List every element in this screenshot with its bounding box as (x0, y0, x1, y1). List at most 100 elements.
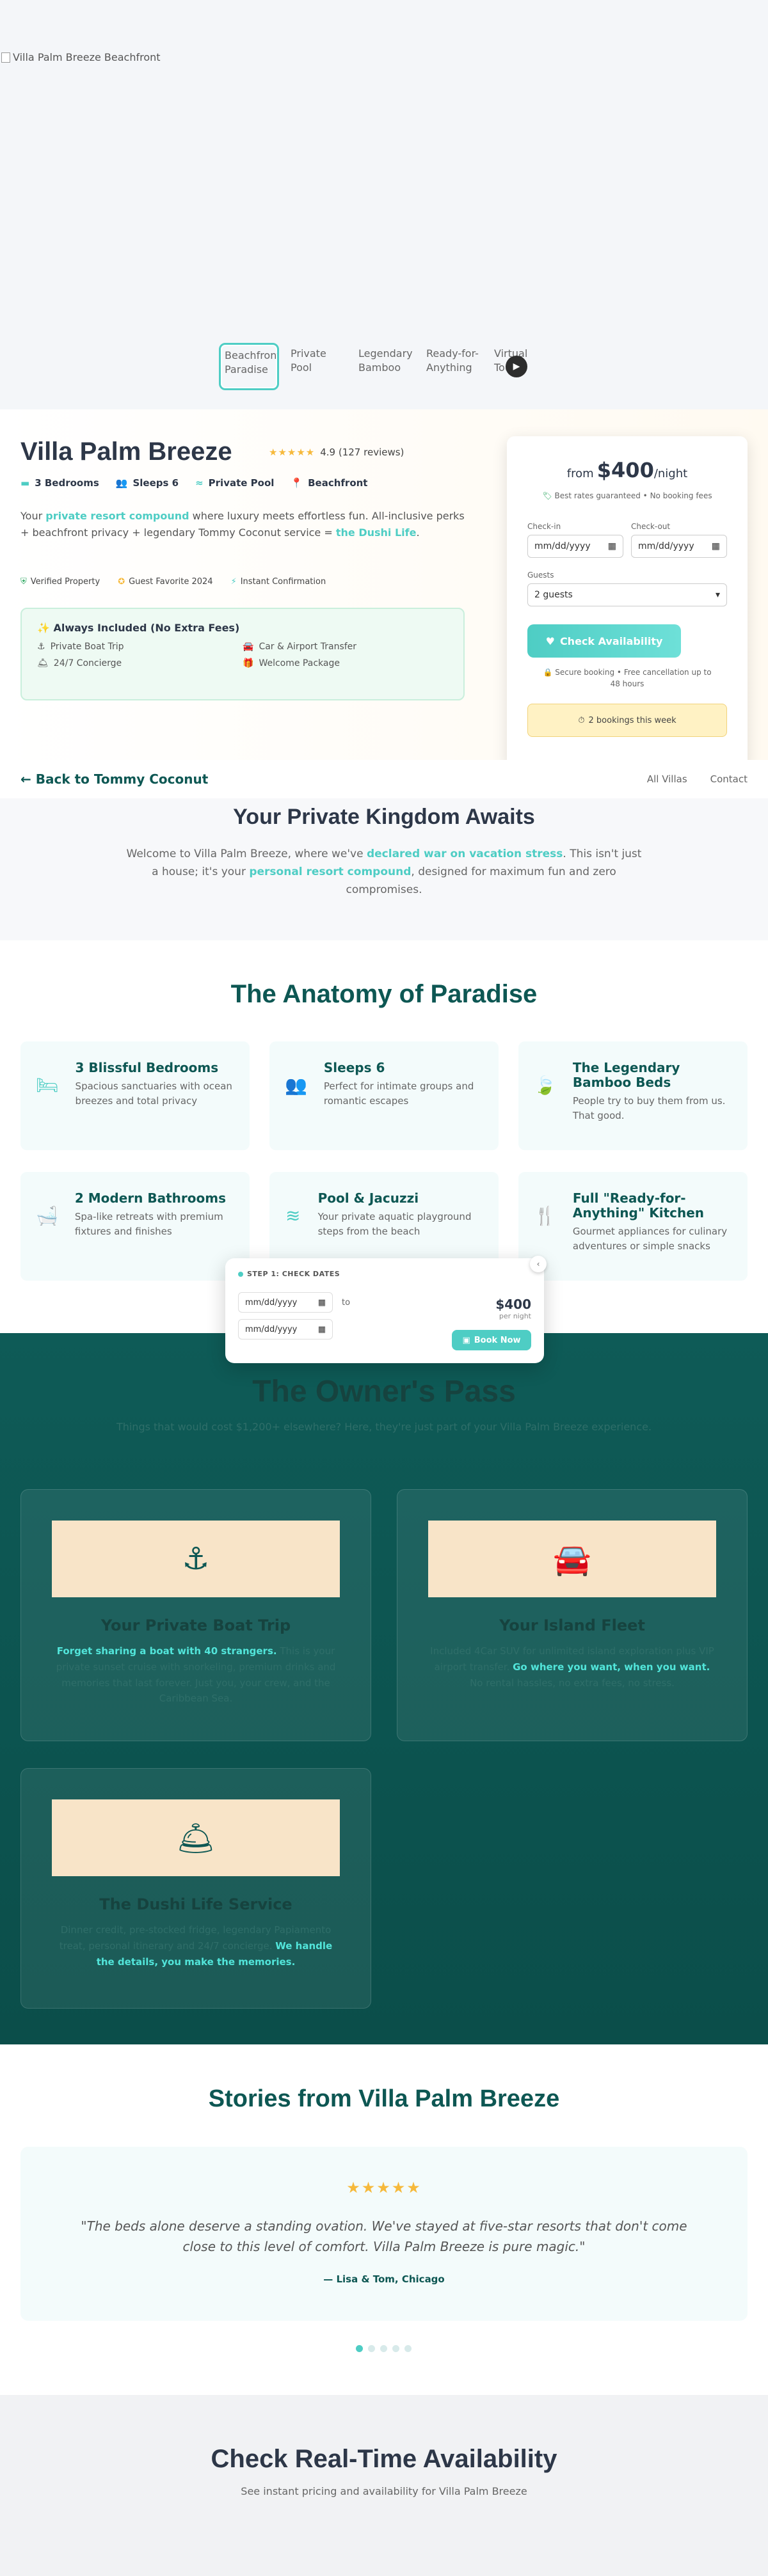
widget-price: $400 per night (495, 1297, 531, 1320)
calendar-icon: ▦ (317, 1297, 326, 1308)
concierge-bell-icon: 🛎 (37, 658, 49, 668)
widget-checkin-input[interactable]: mm/dd/yyyy ▦ (238, 1292, 333, 1313)
included-title-text: Always Included (No Extra Fees) (53, 622, 240, 634)
play-icon[interactable]: ▶ (506, 356, 527, 377)
scarcity-text: 2 bookings this week (588, 715, 676, 725)
desc-highlight: the Dushi Life (335, 526, 417, 539)
included-item-label: Welcome Package (259, 658, 340, 668)
best-rate-text: Best rates guaranteed • No booking fees (554, 491, 712, 500)
widget-step-label: STEP 1: CHECK DATES (247, 1270, 340, 1278)
book-now-button[interactable]: ▣ Book Now (452, 1330, 531, 1350)
amenity-title: Full "Ready-for-Anything" Kitchen (572, 1190, 705, 1221)
leaf-icon: 🍃 (534, 1075, 556, 1096)
included-item: 🎁 Welcome Package (243, 658, 448, 668)
checkout-input[interactable]: mm/dd/yyyy ▦ (631, 535, 727, 558)
pass-title: The Dushi Life Service (99, 1895, 292, 1913)
back-link[interactable]: ← Back to Tommy Coconut (20, 771, 208, 787)
amenities-title: The Anatomy of Paradise (230, 980, 538, 1008)
amenity-title: Pool & Jacuzzi (317, 1190, 419, 1206)
pass-text: Forget sharing a boat with 40 strangers.… (52, 1643, 340, 1707)
amenity-grid: 🛏 3 Blissful Bedrooms Spacious sanctuaries… (20, 1041, 748, 1281)
map-pin-icon: 📍 (291, 477, 303, 489)
availability-title: Check Real-Time Availability (211, 2445, 557, 2473)
sparkles-icon: ✨ (37, 622, 50, 634)
included-title: ✨ Always Included (No Extra Fees) (37, 622, 448, 634)
bed-icon: 🛏 (36, 1075, 59, 1096)
intro-section: Your Private Kingdom Awaits Welcome to V… (0, 798, 768, 940)
calendar-icon: ▦ (711, 541, 720, 551)
quick-facts: ▬ 3 Bedrooms 👥 Sleeps 6 ≈ Private Pool 📍 Bea… (20, 477, 367, 489)
pager-dot[interactable] (368, 2345, 375, 2352)
guests-label: Guests (527, 571, 554, 580)
checkin-group: Check-in mm/dd/yyyy ▦ (527, 522, 623, 558)
pager-dot[interactable] (356, 2345, 363, 2352)
pass-title: Your Private Boat Trip (100, 1616, 291, 1634)
widget-dates: mm/dd/yyyy ▦ to (238, 1292, 531, 1313)
book-now-label: Book Now (474, 1335, 521, 1345)
award-icon: ✪ (118, 577, 125, 587)
widget-checkout-input[interactable]: mm/dd/yyyy ▦ (238, 1319, 333, 1339)
pass-card-service: 🛎 The Dushi Life Service Dinner credit, … (20, 1768, 371, 2009)
thumbnail-beachfront[interactable]: Beachfront Paradise (219, 343, 279, 390)
thumbnail-strip: Beachfront Paradise Private Pool Legenda… (219, 343, 550, 390)
fact-label: Beachfront (308, 477, 368, 489)
desc-text: . (416, 526, 420, 539)
widget-price-per: per night (499, 1312, 531, 1320)
gift-icon: 🎁 (243, 658, 254, 668)
availability-section: Check Real-Time Availability See instant… (0, 2395, 768, 2576)
lock-icon: 🔒 (543, 668, 553, 677)
guests-select[interactable]: 2 guests ▾ (527, 583, 727, 606)
amenity-text: Your private aquatic playground steps fr… (317, 1211, 472, 1238)
badge-verified: ⛨ Verified Property (20, 577, 100, 587)
included-item-label: Private Boat Trip (50, 642, 124, 652)
price-per-night: /night (653, 467, 688, 480)
amenity-card: 🛏 3 Blissful Bedrooms Spacious sanctuaries… (20, 1041, 250, 1150)
pager-dot[interactable] (404, 2345, 412, 2352)
amenity-text: Spacious sanctuaries with ocean breezes … (75, 1080, 232, 1107)
widget-price-amount: $400 (495, 1297, 531, 1312)
price-amount: $400 (596, 458, 654, 482)
nav-contact[interactable]: Contact (710, 773, 748, 785)
fact-bedrooms: ▬ 3 Bedrooms (20, 477, 99, 489)
pass-text-body: No rental hassles, no extra fees, no str… (470, 1677, 675, 1689)
utensils-icon: 🍴 (534, 1205, 556, 1226)
amenity-card: 🍴 Full "Ready-for-Anything" Kitchen Gourme… (518, 1172, 748, 1281)
amenity-card: 🛁 2 Modern Bathrooms Spa-like retreats wit… (20, 1172, 250, 1281)
pager-dot[interactable] (392, 2345, 399, 2352)
checkout-label: Check-out (631, 522, 671, 531)
badge-label: Instant Confirmation (240, 577, 326, 587)
cta-label: Check Availability (559, 635, 663, 647)
intro-title: Your Private Kingdom Awaits (233, 805, 535, 829)
bed-icon: ▬ (20, 477, 30, 489)
thumbnail-bamboo[interactable]: Legendary Bamboo (355, 343, 415, 390)
fact-sleeps: 👥 Sleeps 6 (116, 477, 179, 489)
pool-icon: ≋ (285, 1205, 301, 1226)
shield-check-icon: ⛨ (20, 577, 27, 587)
pass-highlight: Forget sharing a boat with 40 strangers. (56, 1645, 277, 1657)
badge-instant: ⚡ Instant Confirmation (231, 577, 326, 587)
thumbnail-kitchen[interactable]: Ready-for-Anything (422, 343, 483, 390)
villa-description: Your private resort compound where luxur… (20, 508, 468, 541)
nav-links: All Villas Contact (647, 773, 748, 785)
owners-title: The Owner's Pass (252, 1375, 516, 1409)
thumbnail-pool[interactable]: Private Pool (287, 343, 347, 390)
hero-image: Villa Palm Breeze Beachfront (1, 51, 161, 63)
checkin-placeholder: mm/dd/yyyy (534, 541, 591, 551)
anchor-icon: ⚓ (37, 642, 45, 652)
included-box: ✨ Always Included (No Extra Fees) ⚓ Priva… (20, 608, 465, 700)
checkout-placeholder: mm/dd/yyyy (638, 541, 694, 551)
minimize-icon[interactable]: ‹ (530, 1256, 547, 1272)
hero-image-alt: Villa Palm Breeze Beachfront (13, 51, 161, 63)
pager-dot[interactable] (380, 2345, 387, 2352)
pass-text: Included 4Car SUV for unlimited island e… (428, 1643, 716, 1691)
reviews-section: Stories from Villa Palm Breeze ★★★★★ "Th… (0, 2044, 768, 2395)
nav-all-villas[interactable]: All Villas (647, 773, 687, 785)
checkin-input[interactable]: mm/dd/yyyy ▦ (527, 535, 623, 558)
star-rating-icon: ★★★★★ (346, 2179, 422, 2197)
users-icon: 👥 (285, 1075, 307, 1096)
badge-guest-favorite: ✪ Guest Favorite 2024 (118, 577, 212, 587)
bolt-icon: ⚡ (230, 577, 237, 587)
chevron-down-icon: ▾ (715, 590, 720, 600)
rating: ★★★★★ 4.9 (127 reviews) (269, 446, 404, 458)
check-availability-button[interactable]: ♥ Check Availability (527, 624, 681, 658)
